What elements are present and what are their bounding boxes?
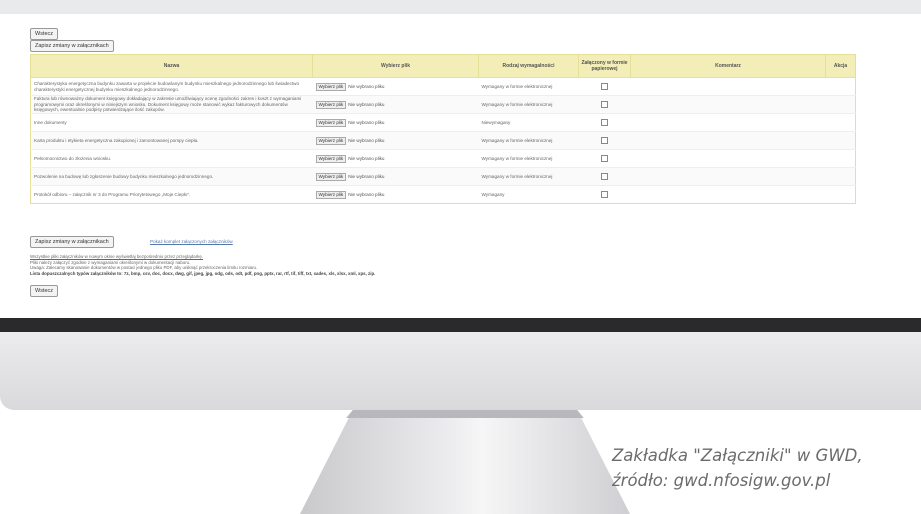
- table-row: Faktura lub równoważny dokument księgowy…: [30, 95, 856, 114]
- paper-checkbox[interactable]: [601, 173, 608, 180]
- file-status: Nie wybrano pliku: [348, 191, 385, 197]
- comment-cell[interactable]: [630, 113, 826, 132]
- comment-cell[interactable]: [630, 185, 826, 204]
- action-cell: [825, 167, 856, 186]
- attachment-name: Inne dokumenty: [30, 113, 313, 132]
- choose-file-button[interactable]: Wybierz plik: [315, 118, 347, 127]
- action-cell: [825, 131, 856, 150]
- monitor-stand-shadow: [346, 410, 584, 418]
- caption-line-2: źródło: gwd.nfosigw.gov.pl: [612, 471, 831, 490]
- monitor-bottom-bezel: [0, 318, 921, 332]
- choose-file-button[interactable]: Wybierz plik: [315, 154, 347, 163]
- choose-file-button[interactable]: Wybierz plik: [315, 136, 347, 145]
- header-type: Rodzaj wymagalności: [478, 54, 579, 78]
- requirement-type: Wymagany w formie elektronicznej: [478, 167, 579, 186]
- comment-cell[interactable]: [630, 131, 826, 150]
- choose-file-button[interactable]: Wybierz plik: [315, 100, 347, 109]
- action-cell: [825, 77, 856, 96]
- header-name: Nazwa: [30, 54, 313, 78]
- paper-checkbox[interactable]: [601, 191, 608, 198]
- header-action: Akcja: [825, 54, 856, 78]
- table-row: Pełnomocnictwo do złożenia wniosku. Wybi…: [30, 149, 856, 168]
- attachment-name: Faktura lub równoważny dokument księgowy…: [30, 95, 313, 114]
- file-status: Nie wybrano pliku: [348, 137, 385, 143]
- file-cell: Wybierz plik Nie wybrano pliku: [312, 149, 479, 168]
- file-status: Nie wybrano pliku: [348, 101, 385, 107]
- notes-block: Wszystkie pliki załączników w nowym okni…: [30, 254, 855, 276]
- comment-cell[interactable]: [630, 95, 826, 114]
- header-paper: Załączony w formie papierowej: [578, 54, 631, 78]
- comment-cell[interactable]: [630, 149, 826, 168]
- comment-cell[interactable]: [630, 167, 826, 186]
- file-status: Nie wybrano pliku: [348, 155, 385, 161]
- attachments-table: Nazwa Wybierz plik Rodzaj wymagalności Z…: [30, 54, 856, 204]
- requirement-type: Niewymagany: [478, 113, 579, 132]
- requirement-type: Wymagany: [478, 185, 579, 204]
- paper-cell: [578, 113, 631, 132]
- file-status: Nie wybrano pliku: [348, 173, 385, 179]
- monitor-chin: [0, 332, 921, 410]
- paper-cell: [578, 77, 631, 96]
- header-file: Wybierz plik: [312, 54, 479, 78]
- back-button[interactable]: Wstecz: [30, 28, 59, 40]
- action-cell: [825, 113, 856, 132]
- file-status: Nie wybrano pliku: [348, 83, 385, 89]
- choose-file-button[interactable]: Wybierz plik: [315, 82, 347, 91]
- paper-checkbox[interactable]: [601, 155, 608, 162]
- image-caption: Zakładka "Załączniki" w GWD, źródło: gwd…: [612, 443, 917, 493]
- show-all-attachments-link[interactable]: Pokaż komplet załączonych załączników: [150, 239, 233, 244]
- requirement-type: Wymagany w formie elektronicznej: [478, 131, 579, 150]
- file-cell: Wybierz plik Nie wybrano pliku: [312, 95, 479, 114]
- file-cell: Wybierz plik Nie wybrano pliku: [312, 77, 479, 96]
- attachment-name: Protokół odbioru – załącznik nr 3 do Pro…: [30, 185, 313, 204]
- attachment-name: Pełnomocnictwo do złożenia wniosku.: [30, 149, 313, 168]
- attachment-name: Pozwolenie na budowę lub zgłoszenie budo…: [30, 167, 313, 186]
- action-cell: [825, 185, 856, 204]
- monitor-top-bezel: [0, 0, 921, 14]
- paper-checkbox[interactable]: [601, 83, 608, 90]
- action-cell: [825, 95, 856, 114]
- paper-cell: [578, 185, 631, 204]
- requirement-type: Wymagany w formie elektronicznej: [478, 149, 579, 168]
- action-cell: [825, 149, 856, 168]
- file-cell: Wybierz plik Nie wybrano pliku: [312, 167, 479, 186]
- monitor-stand: [300, 410, 630, 514]
- requirement-type: Wymagany w formie elektronicznej: [478, 95, 579, 114]
- table-header-row: Nazwa Wybierz plik Rodzaj wymagalności Z…: [30, 54, 856, 78]
- paper-checkbox[interactable]: [601, 101, 608, 108]
- attachment-name: Charakterystyka energetyczna budynku zaw…: [30, 77, 313, 96]
- table-row: Inne dokumenty Wybierz plik Nie wybrano p…: [30, 113, 856, 132]
- paper-cell: [578, 131, 631, 150]
- file-cell: Wybierz plik Nie wybrano pliku: [312, 131, 479, 150]
- paper-checkbox[interactable]: [601, 137, 608, 144]
- save-attachments-button-top[interactable]: Zapisz zmiany w załącznikach: [30, 40, 114, 52]
- table-row: Karta produktu i etykieta energetyczna z…: [30, 131, 856, 150]
- paper-cell: [578, 149, 631, 168]
- choose-file-button[interactable]: Wybierz plik: [315, 172, 347, 181]
- comment-cell[interactable]: [630, 77, 826, 96]
- paper-checkbox[interactable]: [601, 119, 608, 126]
- header-comment: Komentarz: [630, 54, 826, 78]
- back-button-bottom[interactable]: Wstecz: [30, 285, 59, 297]
- attachment-name: Karta produktu i etykieta energetyczna z…: [30, 131, 313, 150]
- save-attachments-button-bottom[interactable]: Zapisz zmiany w załącznikach: [30, 236, 114, 248]
- requirement-type: Wymagany w formie elektronicznej: [478, 77, 579, 96]
- file-status: Nie wybrano pliku: [348, 119, 385, 125]
- allowed-file-types: Lista dopuszczalnych typów załączników t…: [30, 270, 376, 276]
- caption-line-1: Zakładka "Załączniki" w GWD,: [612, 446, 863, 465]
- paper-cell: [578, 167, 631, 186]
- table-row: Charakterystyka energetyczna budynku zaw…: [30, 77, 856, 96]
- table-row: Protokół odbioru – załącznik nr 3 do Pro…: [30, 185, 856, 204]
- paper-cell: [578, 95, 631, 114]
- file-cell: Wybierz plik Nie wybrano pliku: [312, 185, 479, 204]
- table-row: Pozwolenie na budowę lub zgłoszenie budo…: [30, 167, 856, 186]
- choose-file-button[interactable]: Wybierz plik: [315, 190, 347, 199]
- file-cell: Wybierz plik Nie wybrano pliku: [312, 113, 479, 132]
